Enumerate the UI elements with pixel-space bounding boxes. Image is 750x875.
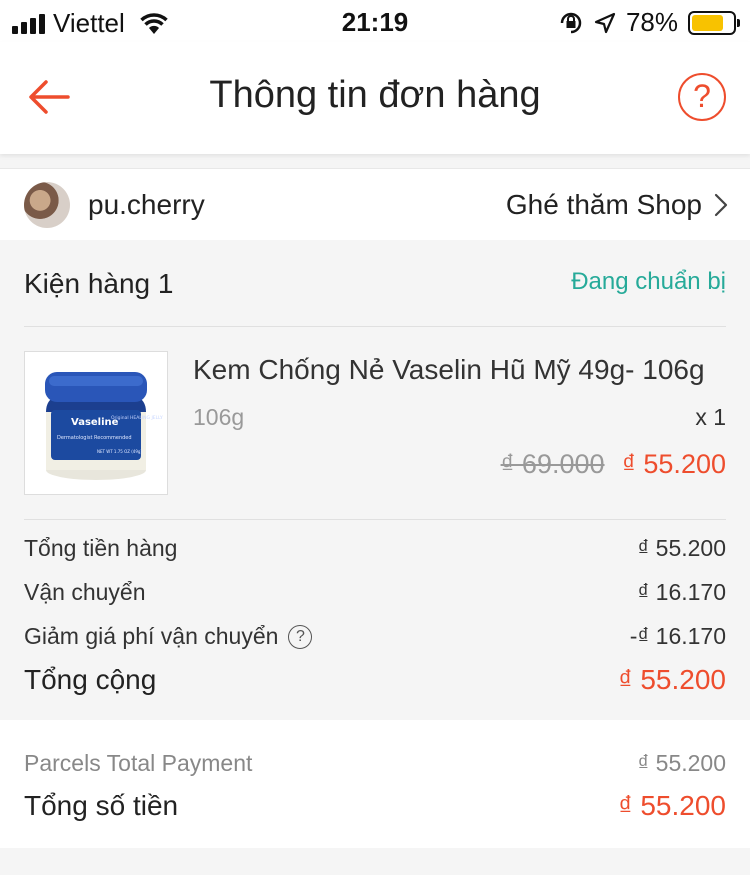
sale-price: ₫ 55.200 [622,449,726,479]
shipping-discount-label-group: Giảm giá phí vận chuyển ? [24,623,313,650]
vaseline-jar-image: Vaseline Original HEALING JELLY Dermatol… [45,372,163,480]
shipping-discount-value: -₫ 16.170 [629,623,726,649]
product-name[interactable]: Kem Chống Nẻ Vaselin Hũ Mỹ 49g- 106g [193,354,705,386]
status-bar: Viettel 21:19 78% [0,0,750,42]
order-total-label: Tổng cộng [24,664,157,695]
nav-bar: Thông tin đơn hàng ? [0,42,750,154]
thumb-tagline: Dermatologist Recommended [57,435,132,441]
visit-shop-label: Ghé thăm Shop [505,189,702,220]
battery-percent: 78% [625,7,678,37]
shipping-value: ₫ 16.170 [637,579,726,605]
payment-section: Parcels Total Payment ₫ 55.200 Tổng số t… [0,720,750,848]
chevron-right-icon [714,193,728,217]
thumb-subtext: Original HEALING JELLY [111,415,163,421]
parcels-total-value: ₫ 55.200 [637,750,726,776]
product-prices: ₫ 69.000 ₫ 55.200 [501,449,726,480]
shipping-label: Vận chuyển [24,579,146,605]
thumb-net-weight: NET WT 1.75 OZ (49g) [97,449,142,454]
subtotal-value: ₫ 55.200 [637,535,726,561]
grand-total-value: ₫ 55.200 [618,790,726,821]
divider [24,326,726,327]
parcels-total-label: Parcels Total Payment [24,750,253,776]
battery-icon [688,10,740,35]
parcel-section: Kiện hàng 1 Đang chuẩn bị Vaseline Origi… [0,240,750,720]
location-icon [594,12,616,33]
shop-row[interactable]: pu.cherry Ghé thăm Shop [0,168,750,240]
product-variant: 106g [193,404,245,430]
product-thumbnail[interactable]: Vaseline Original HEALING JELLY Dermatol… [24,351,168,495]
battery-level [692,14,724,31]
parcel-title: Kiện hàng 1 [24,268,174,299]
shop-avatar[interactable] [24,182,70,228]
grand-total-label: Tổng số tiền [24,790,179,821]
info-icon[interactable]: ? [288,624,313,649]
original-price: ₫ 69.000 [500,449,605,479]
subtotal-label: Tổng tiền hàng [24,535,178,561]
visit-shop-link[interactable]: Ghé thăm Shop [506,189,728,221]
orientation-lock-icon [560,12,582,33]
order-total-value: ₫ 55.200 [618,664,726,695]
shop-name[interactable]: pu.cherry [88,189,205,221]
parcel-status: Đang chuẩn bị [571,268,726,295]
status-right: 78% [558,7,740,38]
divider [24,519,726,520]
help-icon[interactable]: ? [678,73,726,121]
product-quantity: x 1 [695,404,726,430]
page-title: Thông tin đơn hàng [209,74,541,116]
shipping-discount-label: Giảm giá phí vận chuyển [24,623,279,649]
